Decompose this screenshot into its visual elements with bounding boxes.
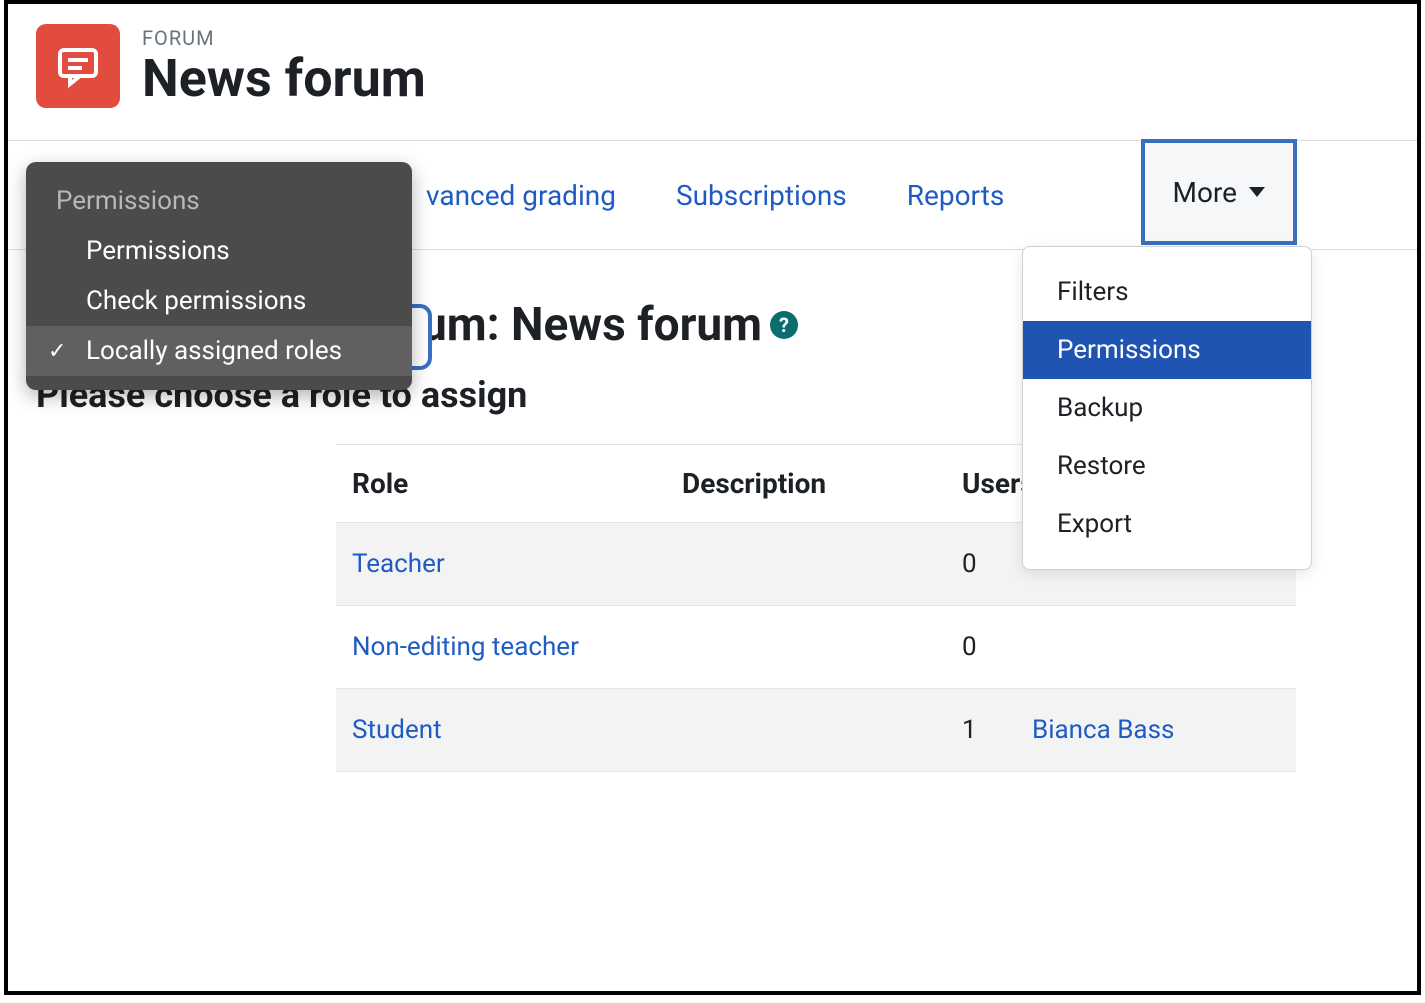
- col-description: Description: [666, 445, 946, 523]
- check-icon: ✓: [48, 339, 66, 364]
- count-cell: 0: [946, 523, 1016, 606]
- tab-subscriptions[interactable]: Subscriptions: [646, 141, 877, 249]
- role-link-student[interactable]: Student: [352, 715, 442, 745]
- tab-more[interactable]: More: [1141, 139, 1298, 245]
- more-item-backup[interactable]: Backup: [1023, 379, 1311, 437]
- tab-reports[interactable]: Reports: [877, 141, 1035, 249]
- desc-cell: [666, 523, 946, 606]
- role-link-non-editing-teacher[interactable]: Non-editing teacher: [352, 632, 579, 662]
- chevron-down-icon: [1249, 187, 1265, 197]
- more-item-permissions[interactable]: Permissions: [1023, 321, 1311, 379]
- role-link-teacher[interactable]: Teacher: [352, 549, 445, 579]
- tab-more-label: More: [1173, 176, 1238, 209]
- popover-item-permissions[interactable]: Permissions: [26, 226, 412, 276]
- popover-item-locally-assigned-roles[interactable]: ✓ Locally assigned roles: [26, 326, 412, 376]
- breadcrumb: FORUM: [142, 26, 426, 50]
- table-row: Non-editing teacher 0: [336, 606, 1296, 689]
- users-cell: [1016, 606, 1296, 689]
- count-cell: 0: [946, 606, 1016, 689]
- user-link[interactable]: Bianca Bass: [1032, 715, 1174, 745]
- count-cell: 1: [946, 689, 1016, 772]
- forum-icon: [36, 24, 120, 108]
- popover-item-check-permissions[interactable]: Check permissions: [26, 276, 412, 326]
- more-item-restore[interactable]: Restore: [1023, 437, 1311, 495]
- col-role: Role: [336, 445, 666, 523]
- popover-group-label: Permissions: [26, 180, 412, 226]
- more-item-export[interactable]: Export: [1023, 495, 1311, 553]
- users-cell: Bianca Bass: [1016, 689, 1296, 772]
- more-item-filters[interactable]: Filters: [1023, 263, 1311, 321]
- desc-cell: [666, 689, 946, 772]
- help-icon[interactable]: ?: [770, 311, 798, 339]
- permissions-popover: Permissions Permissions Check permission…: [26, 162, 412, 390]
- table-row: Student 1 Bianca Bass: [336, 689, 1296, 772]
- desc-cell: [666, 606, 946, 689]
- more-dropdown: Filters Permissions Backup Restore Expor…: [1022, 246, 1312, 570]
- page-title: News forum: [142, 52, 426, 107]
- tab-advanced-grading[interactable]: vanced grading: [396, 141, 646, 249]
